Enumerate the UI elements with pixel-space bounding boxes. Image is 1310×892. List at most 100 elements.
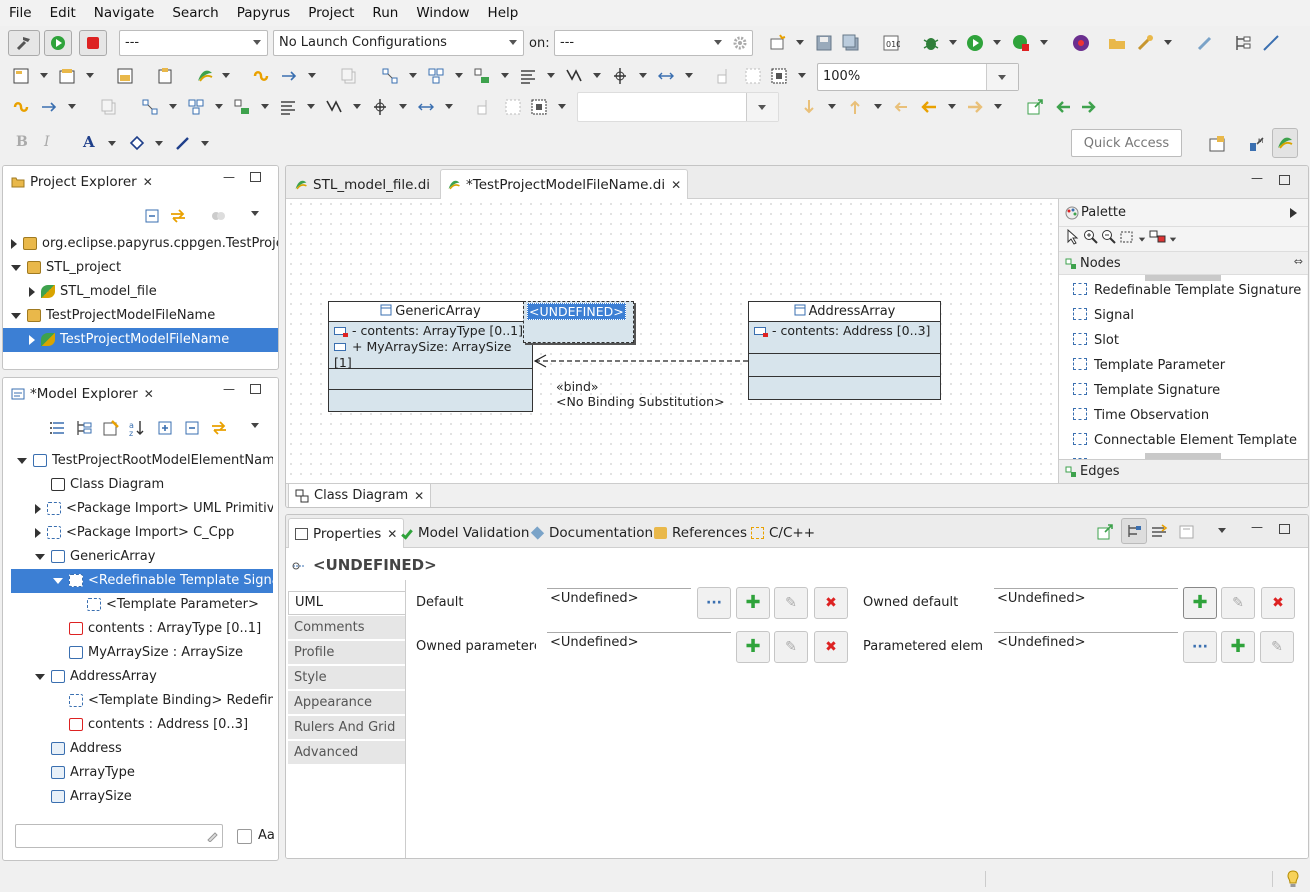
align-icon[interactable] [519,67,537,85]
model-tree-item[interactable]: contents : ArrayType [0..1] [11,617,273,641]
group-icon[interactable] [187,98,205,116]
model-tree-item[interactable]: Address [11,737,273,761]
open-folder-icon[interactable] [1108,34,1126,52]
link-icon[interactable] [252,67,270,85]
on-target-combo[interactable]: --- [554,30,753,56]
pin-icon[interactable]: ⇔ [1294,255,1303,268]
project-tree-item[interactable]: TestProjectModelFileName [3,328,278,352]
add-owned-parametered-button[interactable]: ✚ [736,631,770,663]
model-tree-item[interactable]: <Template Binding> Redefinabl [11,689,273,713]
list-view-icon[interactable] [49,419,67,437]
expand-all-icon[interactable] [157,419,175,437]
chevron-down-icon[interactable] [1164,40,1172,46]
advanced-properties-icon[interactable] [1150,523,1168,541]
menu-search[interactable]: Search [163,0,227,26]
model-tree-item[interactable]: MyArraySize : ArraySize [11,641,273,665]
palette-tool-item[interactable]: Connectable Element Template [1073,429,1297,453]
menu-help[interactable]: Help [479,0,528,26]
zoom-out-icon[interactable] [1101,229,1117,245]
delete-default-button[interactable]: ✖ [814,587,848,619]
model-tree-item[interactable]: <Redefinable Template Signatu [11,569,273,593]
tab-project-explorer[interactable]: Project Explorer ✕ [5,168,159,196]
tab-class-diagram[interactable]: Class Diagram ✕ [288,484,432,507]
chevron-down-icon[interactable] [948,104,956,110]
model-tree-item[interactable]: <Package Import> C_Cpp [11,521,273,545]
model-tree-item[interactable]: ArrayType [11,761,273,785]
add-default-button[interactable]: ✚ [736,587,770,619]
arrange-all-icon[interactable] [381,67,399,85]
chevron-down-icon[interactable] [222,73,230,79]
palette-collapse-icon[interactable] [1290,208,1297,218]
project-tree-item[interactable]: TestProjectModelFileName [3,304,278,328]
browse-parametered-button[interactable]: ··· [1183,631,1217,663]
arrow-left-icon[interactable] [920,98,938,116]
fill-color-icon[interactable] [128,134,146,152]
tab-test-project-model[interactable]: *TestProjectModelFileName.di ✕ [440,169,689,199]
tab-stl-model-file[interactable]: STL_model_file.di [288,171,436,199]
open-perspective-icon[interactable] [1208,135,1226,153]
pen-icon[interactable] [1196,34,1214,52]
chevron-down-icon[interactable] [201,141,209,147]
chevron-down-icon[interactable] [155,141,163,147]
chevron-down-icon[interactable] [108,141,116,147]
chevron-down-icon[interactable] [949,40,957,46]
layers-icon[interactable] [473,67,491,85]
menu-project[interactable]: Project [299,0,363,26]
side-tab-style[interactable]: Style [288,666,406,690]
debug-icon[interactable] [922,34,940,52]
edit-default-button[interactable]: ✎ [774,587,808,619]
run-target-combo[interactable]: --- [119,30,268,56]
open-type-icon[interactable] [1136,34,1154,52]
nav-forward-icon[interactable] [1080,98,1098,116]
delete-owned-default-button[interactable]: ✖ [1261,587,1295,619]
chevron-down-icon[interactable] [455,73,463,79]
project-tree-item[interactable]: STL_model_file [3,280,278,304]
connection-tool-icon[interactable] [1149,229,1167,245]
menu-file[interactable]: File [0,0,41,26]
browse-default-button[interactable]: ··· [697,587,731,619]
project-tree-item[interactable]: STL_project [3,256,278,280]
project-tree-item[interactable]: org.eclipse.papyrus.cppgen.TestProject [3,232,278,256]
close-icon[interactable]: ✕ [387,527,397,541]
model-tree-item[interactable]: <Package Import> UML Primitive T [11,497,273,521]
chevron-down-icon[interactable] [874,104,882,110]
select-pointer-icon[interactable] [1065,229,1081,245]
chevron-down-icon[interactable] [353,104,361,110]
expanded-twisty-icon[interactable] [11,264,21,271]
expanded-twisty-icon[interactable] [17,457,27,464]
select-all-icon[interactable] [770,67,788,85]
route-icon[interactable] [565,67,583,85]
expanded-twisty-icon[interactable] [11,312,21,319]
maximize-icon[interactable] [250,384,261,394]
tree-layout-icon[interactable] [1234,34,1252,52]
show-categories-button[interactable] [1121,518,1147,544]
group-icon[interactable] [427,67,445,85]
maximize-icon[interactable] [250,172,261,182]
collapsed-twisty-icon[interactable] [11,238,17,249]
collapsed-twisty-icon[interactable] [35,503,41,514]
new-diagram-icon[interactable] [58,67,76,85]
resize-horizontal-icon[interactable] [417,98,435,116]
expanded-twisty-icon[interactable] [35,673,45,680]
owned-parametered-field[interactable]: <Undefined> [547,632,731,666]
chevron-down-icon[interactable] [547,73,555,79]
run-icon[interactable] [966,34,984,52]
chevron-down-icon[interactable] [308,73,316,79]
paste-model-icon[interactable] [156,67,174,85]
side-tab-profile[interactable]: Profile [288,641,406,665]
quick-access-input[interactable]: Quick Access [1071,129,1182,157]
collapsed-twisty-icon[interactable] [29,334,35,345]
profile-icon[interactable] [1072,34,1090,52]
close-icon[interactable]: ✕ [671,178,681,192]
maximize-icon[interactable] [1279,524,1290,534]
chevron-down-icon[interactable] [798,73,806,79]
model-tree-item[interactable]: ArraySize [11,785,273,809]
route-icon[interactable] [325,98,343,116]
parametered-field[interactable]: <Undefined> [994,632,1178,666]
papyrus-icon[interactable] [196,67,214,85]
print-icon[interactable]: 010 [882,34,900,52]
template-binding-edge[interactable] [286,199,1058,483]
close-icon[interactable]: ✕ [414,489,424,503]
chevron-down-icon[interactable] [399,104,407,110]
build-button[interactable] [8,30,40,56]
